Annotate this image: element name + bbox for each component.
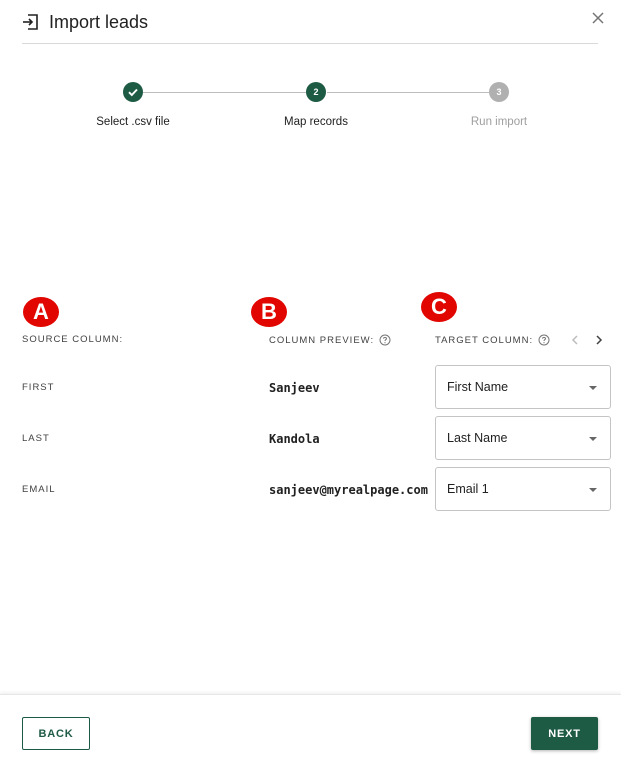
target-select-value: First Name — [447, 380, 509, 394]
source-column-header: SOURCE COLUMN: — [22, 334, 123, 345]
next-button[interactable]: NEXT — [531, 717, 598, 750]
target-select-last[interactable]: Last Name — [435, 416, 611, 460]
annotation-badge-b: B — [251, 297, 287, 327]
dialog-footer: BACK NEXT — [0, 694, 621, 759]
source-column-label: SOURCE COLUMN: — [22, 334, 124, 345]
annotation-badge-c: C — [421, 292, 457, 322]
help-icon[interactable] — [379, 334, 391, 346]
step-2-indicator: 2 — [306, 82, 326, 102]
stepper: 2 3 Select .csv file Map records Run imp… — [0, 82, 621, 132]
target-select-value: Last Name — [447, 431, 508, 445]
target-select-email[interactable]: Email 1 — [435, 467, 611, 511]
preview-value-email: sanjeev@myrealpage.com — [269, 483, 428, 497]
step-3-label: Run import — [470, 116, 528, 128]
step-1-completed-icon — [123, 82, 143, 102]
dropdown-arrow-icon — [589, 386, 597, 390]
source-field-last: LAST — [22, 433, 50, 444]
source-field-email: EMAIL — [22, 484, 56, 495]
source-field-first: FIRST — [22, 382, 55, 393]
target-select-first[interactable]: First Name — [435, 365, 611, 409]
dialog-title: Import leads — [49, 12, 149, 32]
dropdown-arrow-icon — [589, 488, 597, 492]
chevron-left-icon[interactable] — [568, 332, 582, 348]
chevron-right-icon[interactable] — [592, 332, 606, 348]
target-column-header: TARGET COLUMN: — [435, 334, 550, 346]
dialog-header: Import leads — [22, 0, 598, 44]
step-connector — [327, 92, 489, 93]
annotation-badge-a: A — [23, 297, 59, 327]
preview-column-header: COLUMN PREVIEW: — [269, 334, 391, 346]
step-2-label: Map records — [284, 116, 348, 128]
target-select-value: Email 1 — [447, 482, 489, 496]
preview-value-last: Kandola — [269, 432, 320, 446]
step-1-label: Select .csv file — [96, 116, 170, 128]
step-3-indicator: 3 — [489, 82, 509, 102]
help-icon[interactable] — [538, 334, 550, 346]
preview-value-first: Sanjeev — [269, 381, 320, 395]
close-icon[interactable] — [589, 9, 607, 27]
dropdown-arrow-icon — [589, 437, 597, 441]
preview-column-label: COLUMN PREVIEW: — [269, 334, 375, 346]
back-button[interactable]: BACK — [22, 717, 90, 750]
import-icon — [23, 14, 38, 30]
step-connector — [143, 92, 306, 93]
target-column-label: TARGET COLUMN: — [435, 334, 534, 346]
